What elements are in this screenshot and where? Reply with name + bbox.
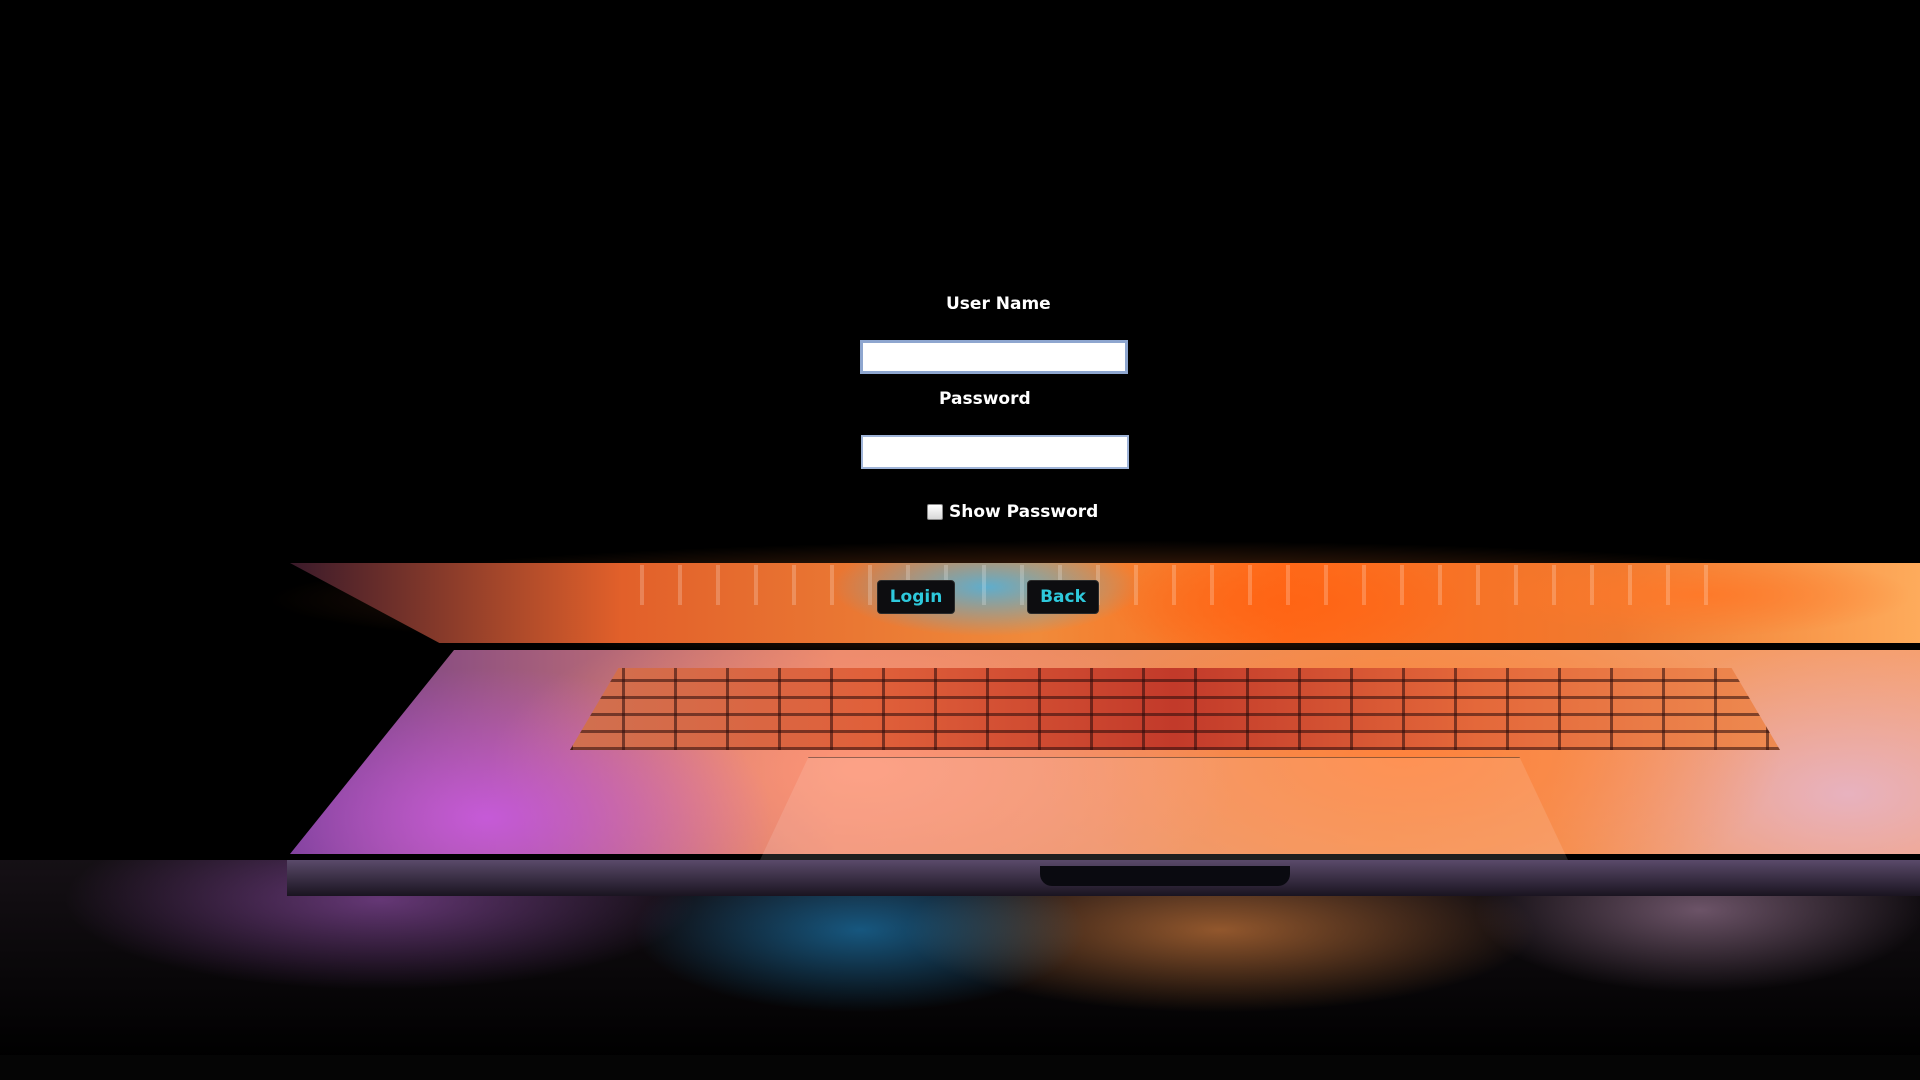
- login-form: User Name Password Show Password Login B…: [0, 0, 1920, 1080]
- show-password-checkbox[interactable]: [927, 504, 943, 520]
- password-label: Password: [939, 389, 1031, 409]
- username-label: User Name: [946, 294, 1051, 314]
- show-password-toggle[interactable]: Show Password: [927, 502, 1098, 522]
- back-button[interactable]: Back: [1027, 580, 1099, 614]
- username-input[interactable]: [860, 340, 1128, 374]
- login-button[interactable]: Login: [877, 580, 955, 614]
- password-input[interactable]: [861, 435, 1129, 469]
- show-password-label: Show Password: [949, 502, 1099, 522]
